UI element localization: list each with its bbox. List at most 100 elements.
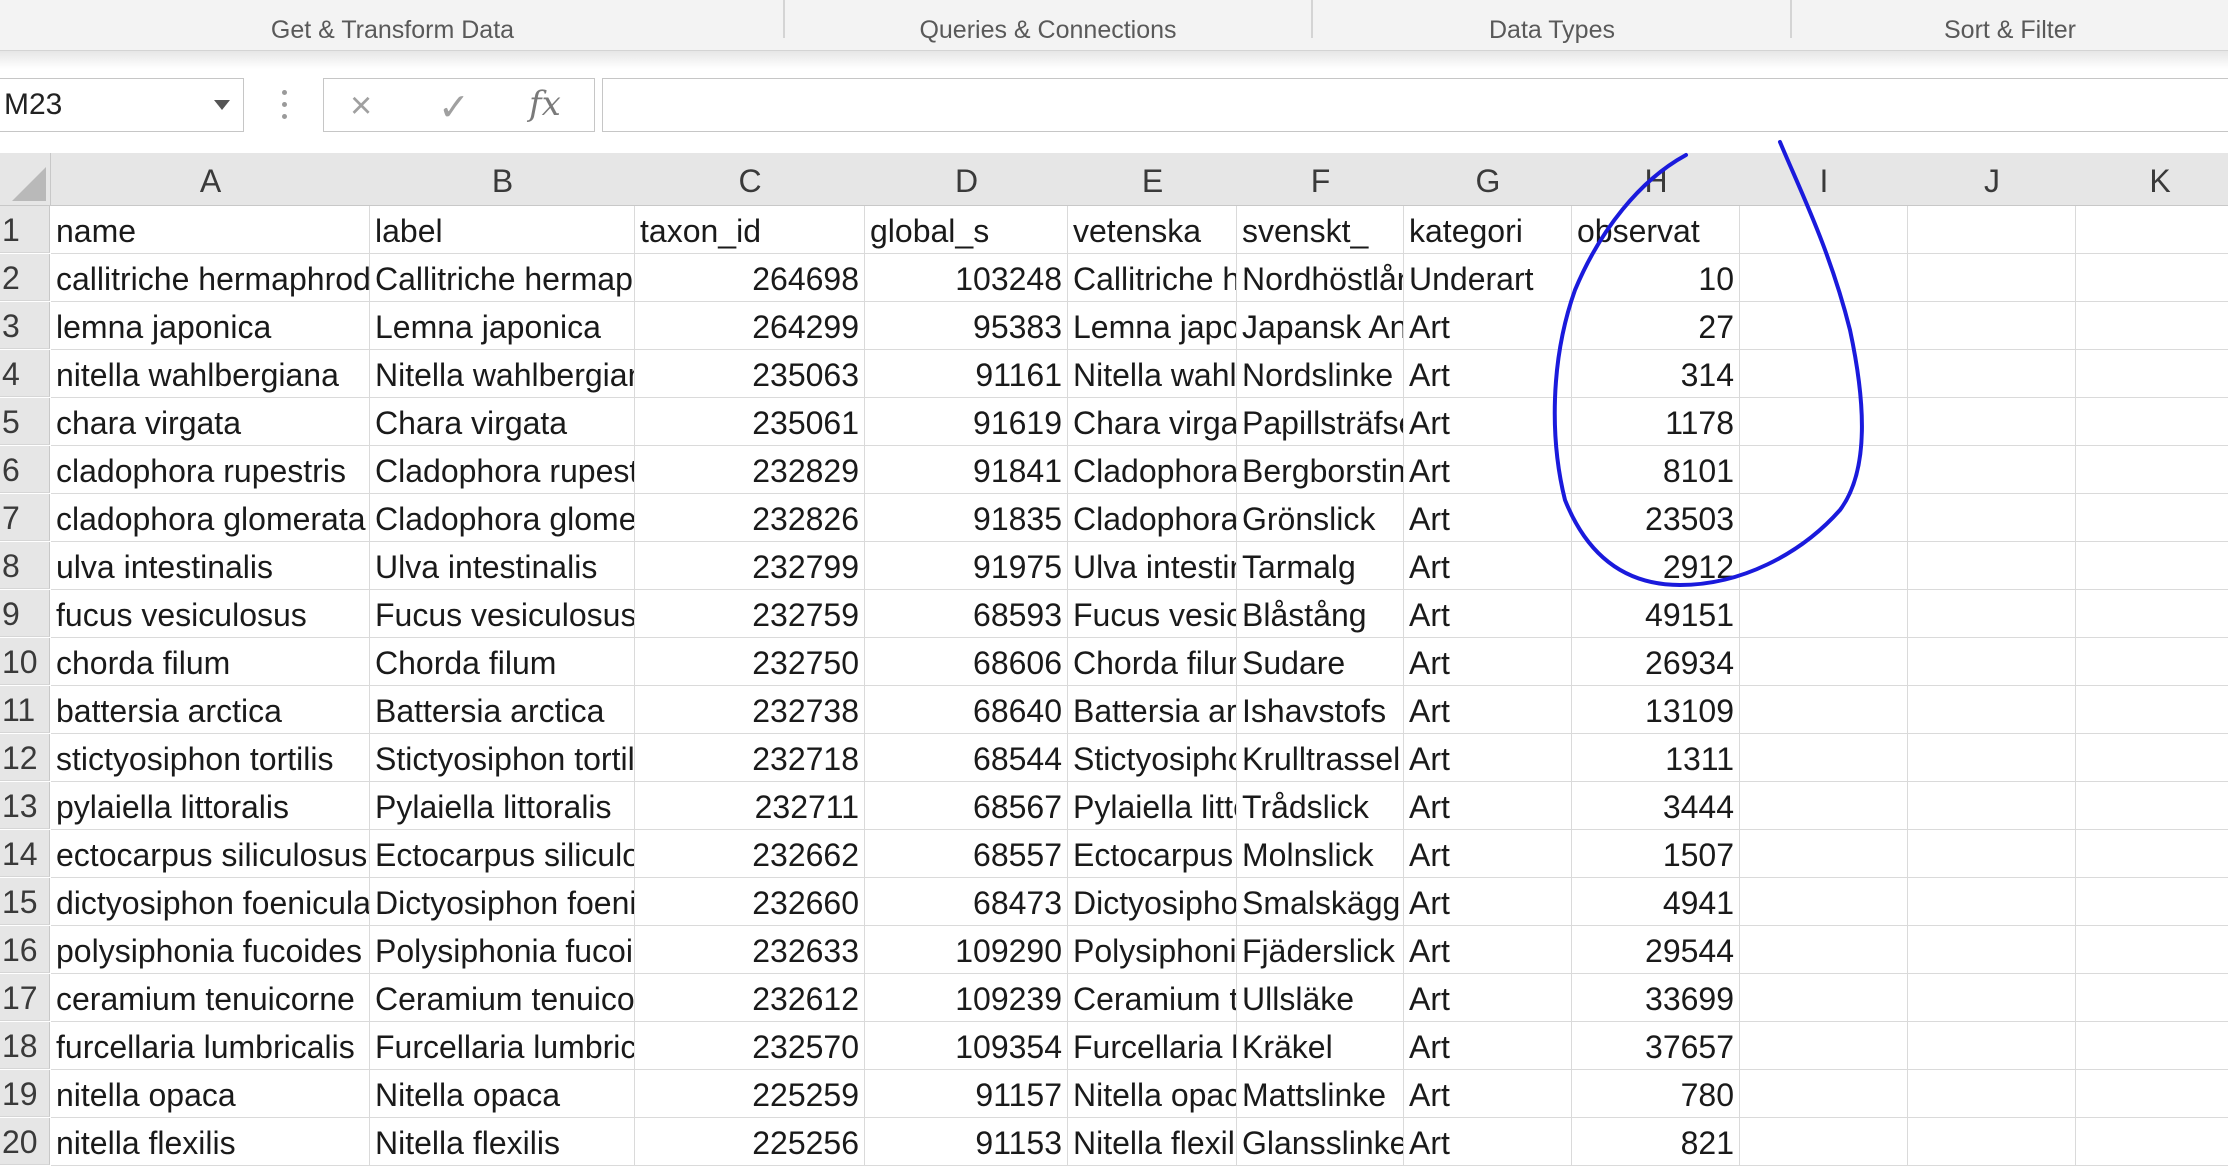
empty-cell[interactable] [1908,398,2076,446]
column-header-d[interactable]: D [865,153,1069,206]
empty-cell[interactable] [1908,926,2076,974]
cell-global-s[interactable]: 68557 [865,830,1068,878]
empty-cell[interactable] [1740,542,1908,590]
cell-observat[interactable]: 1311 [1572,734,1740,782]
empty-cell[interactable] [2076,1022,2228,1070]
empty-cell[interactable] [2076,878,2228,926]
cell-global-s[interactable]: 68606 [865,638,1068,686]
cell-kategori[interactable]: Art [1404,686,1572,734]
cell-svenskt[interactable]: Nordhöstlånke [1237,254,1404,302]
cell-observat[interactable]: 4941 [1572,878,1740,926]
row-header[interactable]: 2 [0,254,50,301]
cell-label[interactable]: Polysiphonia fucoides [370,926,635,974]
row-header[interactable]: 16 [0,926,50,973]
cell-vetenska[interactable]: Furcellaria lumbricalis [1068,1022,1237,1070]
cell-vetenska[interactable]: Dictyosiphon foeniculaceus [1068,878,1237,926]
empty-cell[interactable] [2076,350,2228,398]
cell-taxon-id[interactable]: 225256 [635,1118,865,1166]
empty-cell[interactable] [2076,542,2228,590]
cell-kategori[interactable]: Art [1404,926,1572,974]
empty-cell[interactable] [1908,254,2076,302]
cell-kategori[interactable]: Art [1404,974,1572,1022]
row-header[interactable]: 9 [0,590,50,637]
cell-svenskt[interactable]: Sudare [1237,638,1404,686]
cell-vetenska[interactable]: Nitella opaca [1068,1070,1237,1118]
empty-cell[interactable] [1740,446,1908,494]
cell-name[interactable]: battersia arctica [51,686,370,734]
cell-kategori[interactable]: Art [1404,494,1572,542]
header-cell[interactable]: vetenska [1068,206,1237,254]
cell-label[interactable]: Chara virgata [370,398,635,446]
empty-cell[interactable] [1740,638,1908,686]
cell-kategori[interactable]: Art [1404,302,1572,350]
name-box[interactable]: M23 [0,78,244,132]
empty-cell[interactable] [2076,446,2228,494]
cell-observat[interactable]: 49151 [1572,590,1740,638]
cell-svenskt[interactable]: Ullsläke [1237,974,1404,1022]
cell-observat[interactable]: 29544 [1572,926,1740,974]
cell-global-s[interactable]: 91841 [865,446,1068,494]
cell-taxon-id[interactable]: 232750 [635,638,865,686]
cell-vetenska[interactable]: Battersia arctica [1068,686,1237,734]
ribbon-group-get-transform[interactable]: Get & Transform Data [0,0,785,50]
empty-cell[interactable] [1908,974,2076,1022]
header-cell[interactable]: taxon_id [635,206,865,254]
cell-vetenska[interactable]: Callitriche hermaphroditica [1068,254,1237,302]
cell-observat[interactable]: 314 [1572,350,1740,398]
header-cell[interactable] [1740,206,1908,254]
empty-cell[interactable] [1740,782,1908,830]
cell-observat[interactable]: 1178 [1572,398,1740,446]
column-header-g[interactable]: G [1404,153,1573,206]
empty-cell[interactable] [2076,830,2228,878]
cell-vetenska[interactable]: Ectocarpus siliculosus [1068,830,1237,878]
empty-cell[interactable] [2076,302,2228,350]
cell-label[interactable]: Cladophora glomerata [370,494,635,542]
cell-global-s[interactable]: 91619 [865,398,1068,446]
cell-name[interactable]: cladophora rupestris [51,446,370,494]
cell-taxon-id[interactable]: 232826 [635,494,865,542]
cell-observat[interactable]: 13109 [1572,686,1740,734]
row-header[interactable]: 5 [0,398,50,445]
header-cell[interactable]: observat [1572,206,1740,254]
cell-global-s[interactable]: 103248 [865,254,1068,302]
row-header[interactable]: 17 [0,974,50,1021]
empty-cell[interactable] [1740,350,1908,398]
cell-vetenska[interactable]: Nitella wahlbergiana [1068,350,1237,398]
column-header-i[interactable]: I [1740,153,1909,206]
cell-name[interactable]: pylaiella littoralis [51,782,370,830]
cell-global-s[interactable]: 68593 [865,590,1068,638]
cell-label[interactable]: Battersia arctica [370,686,635,734]
header-cell[interactable]: svenskt_ [1237,206,1404,254]
header-cell[interactable]: kategori [1404,206,1572,254]
cell-kategori[interactable]: Art [1404,398,1572,446]
cell-global-s[interactable]: 91835 [865,494,1068,542]
empty-cell[interactable] [1908,542,2076,590]
cell-svenskt[interactable]: Fjäderslick [1237,926,1404,974]
cell-global-s[interactable]: 68567 [865,782,1068,830]
cell-observat[interactable]: 2912 [1572,542,1740,590]
cell-name[interactable]: ceramium tenuicorne [51,974,370,1022]
empty-cell[interactable] [1740,974,1908,1022]
cell-global-s[interactable]: 91157 [865,1070,1068,1118]
empty-cell[interactable] [1740,1118,1908,1166]
empty-cell[interactable] [1908,446,2076,494]
empty-cell[interactable] [2076,590,2228,638]
empty-cell[interactable] [1740,590,1908,638]
empty-cell[interactable] [1908,734,2076,782]
cell-name[interactable]: ulva intestinalis [51,542,370,590]
cell-taxon-id[interactable]: 264698 [635,254,865,302]
cell-taxon-id[interactable]: 232660 [635,878,865,926]
cell-global-s[interactable]: 109239 [865,974,1068,1022]
select-all-button[interactable] [0,153,51,206]
cell-global-s[interactable]: 109354 [865,1022,1068,1070]
empty-cell[interactable] [2076,1118,2228,1166]
cell-label[interactable]: Nitella wahlbergiana [370,350,635,398]
empty-cell[interactable] [2076,494,2228,542]
cell-name[interactable]: ectocarpus siliculosus [51,830,370,878]
cell-vetenska[interactable]: Polysiphonia fucoides [1068,926,1237,974]
column-header-j[interactable]: J [1908,153,2077,206]
cell-vetenska[interactable]: Pylaiella littoralis [1068,782,1237,830]
header-cell[interactable] [1908,206,2076,254]
cell-svenskt[interactable]: Nordslinke [1237,350,1404,398]
cell-kategori[interactable]: Art [1404,446,1572,494]
